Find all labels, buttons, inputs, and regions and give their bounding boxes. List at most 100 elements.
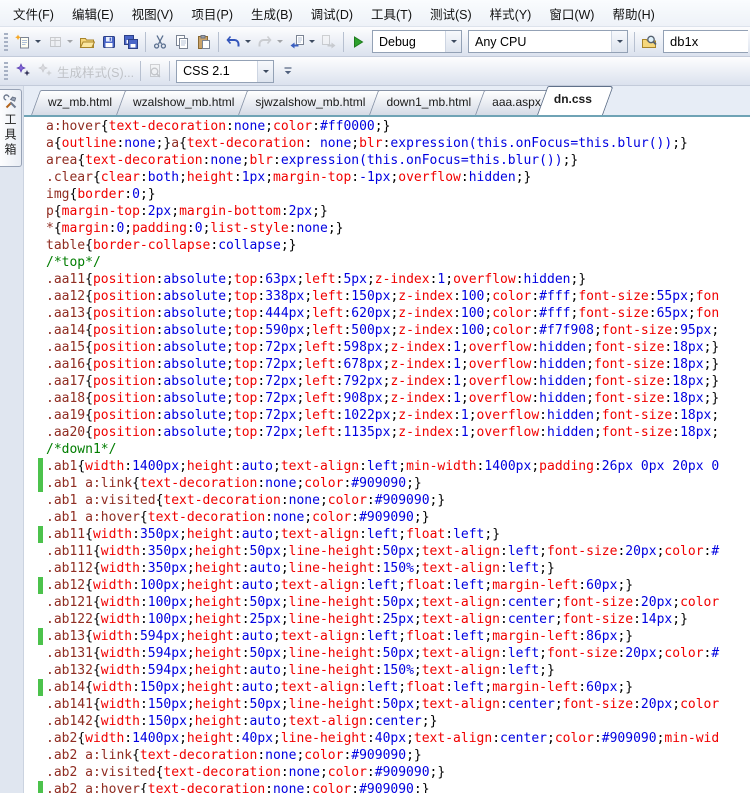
code-line[interactable]: .aa14{position:absolute;top:590px;left:5… (24, 322, 750, 339)
apply-style-button[interactable] (12, 60, 34, 82)
find-in-files-button[interactable] (638, 31, 660, 53)
selection-margin[interactable] (24, 679, 46, 696)
tab-sjwzalshow-mb-html[interactable]: sjwzalshow_mb.html (238, 90, 376, 115)
selection-margin[interactable] (24, 254, 46, 271)
tab-wz-mb-html[interactable]: wz_mb.html (31, 90, 123, 115)
code-line[interactable]: .aa15{position:absolute;top:72px;left:59… (24, 339, 750, 356)
menu-debug[interactable]: 调试(D) (302, 0, 362, 27)
selection-margin[interactable] (24, 611, 46, 628)
platform-combo[interactable]: Any CPU (468, 30, 628, 53)
menu-style[interactable]: 样式(Y) (481, 0, 541, 27)
menu-help[interactable]: 帮助(H) (603, 0, 663, 27)
chevron-down-icon[interactable] (257, 61, 273, 82)
css-version-combo[interactable]: CSS 2.1 (176, 60, 274, 83)
selection-margin[interactable] (24, 305, 46, 322)
save-all-button[interactable] (120, 31, 142, 53)
code-line[interactable]: area{text-decoration:none;blr:expression… (24, 152, 750, 169)
code-line[interactable]: /*down1*/ (24, 441, 750, 458)
code-line[interactable]: .ab13{width:594px;height:auto;text-align… (24, 628, 750, 645)
debug-config-combo[interactable]: Debug (372, 30, 462, 53)
selection-margin[interactable] (24, 288, 46, 305)
code-line[interactable]: .ab1 a:visited{text-decoration:none;colo… (24, 492, 750, 509)
toolbar-grip[interactable] (4, 62, 8, 80)
selection-margin[interactable] (24, 526, 46, 543)
save-button[interactable] (98, 31, 120, 53)
code-line[interactable]: .aa13{position:absolute;top:444px;left:6… (24, 305, 750, 322)
tab-down1-mb-html[interactable]: down1_mb.html (369, 90, 482, 115)
chevron-down-icon[interactable] (611, 31, 627, 52)
selection-margin[interactable] (24, 373, 46, 390)
code-line[interactable]: .ab111{width:350px;height:50px;line-heig… (24, 543, 750, 560)
new-item-button[interactable] (12, 31, 44, 53)
code-line[interactable]: .ab12{width:100px;height:auto;text-align… (24, 577, 750, 594)
selection-margin[interactable] (24, 237, 46, 254)
code-line[interactable]: .aa12{position:absolute;top:338px;left:1… (24, 288, 750, 305)
code-line[interactable]: .ab1{width:1400px;height:auto;text-align… (24, 458, 750, 475)
code-line[interactable]: .ab121{width:100px;height:50px;line-heig… (24, 594, 750, 611)
code-line[interactable]: .clear{clear:both;height:1px;margin-top:… (24, 169, 750, 186)
menu-project[interactable]: 项目(P) (182, 0, 242, 27)
code-line[interactable]: .ab2{width:1400px;height:40px;line-heigh… (24, 730, 750, 747)
chevron-down-icon[interactable] (445, 31, 461, 52)
toolbar-overflow-button[interactable] (279, 60, 290, 82)
selection-margin[interactable] (24, 186, 46, 203)
selection-margin[interactable] (24, 747, 46, 764)
menu-build[interactable]: 生成(B) (242, 0, 302, 27)
navigate-backward-button[interactable] (286, 31, 318, 53)
code-line[interactable]: *{margin:0;padding:0;list-style:none;} (24, 220, 750, 237)
selection-margin[interactable] (24, 509, 46, 526)
selection-margin[interactable] (24, 696, 46, 713)
code-line[interactable]: .ab131{width:594px;height:50px;line-heig… (24, 645, 750, 662)
toolbar-grip[interactable] (4, 33, 8, 51)
selection-margin[interactable] (24, 628, 46, 645)
paste-button[interactable] (193, 31, 215, 53)
code-editor[interactable]: a:hover{text-decoration:none;color:#ff00… (24, 117, 750, 793)
code-line[interactable]: .ab14{width:150px;height:auto;text-align… (24, 679, 750, 696)
selection-margin[interactable] (24, 645, 46, 662)
code-line[interactable]: .ab142{width:150px;height:auto;text-alig… (24, 713, 750, 730)
code-line[interactable]: .ab1 a:hover{text-decoration:none;color:… (24, 509, 750, 526)
selection-margin[interactable] (24, 713, 46, 730)
cut-button[interactable] (149, 31, 171, 53)
code-line[interactable]: .ab1 a:link{text-decoration:none;color:#… (24, 475, 750, 492)
selection-margin[interactable] (24, 781, 46, 793)
code-line[interactable]: .aa19{position:absolute;top:72px;left:10… (24, 407, 750, 424)
code-line[interactable]: .aa11{position:absolute;top:63px;left:5p… (24, 271, 750, 288)
code-line[interactable]: .aa17{position:absolute;top:72px;left:79… (24, 373, 750, 390)
code-line[interactable]: .ab132{width:594px;height:auto;line-heig… (24, 662, 750, 679)
code-line[interactable]: .ab2 a:link{text-decoration:none;color:#… (24, 747, 750, 764)
selection-margin[interactable] (24, 492, 46, 509)
selection-margin[interactable] (24, 594, 46, 611)
selection-margin[interactable] (24, 152, 46, 169)
code-line[interactable]: .aa16{position:absolute;top:72px;left:67… (24, 356, 750, 373)
selection-margin[interactable] (24, 135, 46, 152)
selection-margin[interactable] (24, 424, 46, 441)
code-line[interactable]: .ab122{width:100px;height:25px;line-heig… (24, 611, 750, 628)
find-input[interactable] (663, 30, 748, 53)
selection-margin[interactable] (24, 730, 46, 747)
start-debug-button[interactable] (347, 31, 369, 53)
selection-margin[interactable] (24, 356, 46, 373)
code-line[interactable]: /*top*/ (24, 254, 750, 271)
selection-margin[interactable] (24, 458, 46, 475)
toolbox-tab[interactable]: 工具箱 (0, 89, 22, 167)
menu-test[interactable]: 测试(S) (421, 0, 481, 27)
code-line[interactable]: .ab2 a:visited{text-decoration:none;colo… (24, 764, 750, 781)
selection-margin[interactable] (24, 407, 46, 424)
code-line[interactable]: .ab11{width:350px;height:auto;text-align… (24, 526, 750, 543)
menu-tools[interactable]: 工具(T) (362, 0, 421, 27)
selection-margin[interactable] (24, 271, 46, 288)
selection-margin[interactable] (24, 339, 46, 356)
selection-margin[interactable] (24, 220, 46, 237)
code-line[interactable]: .ab141{width:150px;height:50px;line-heig… (24, 696, 750, 713)
code-line[interactable]: a:hover{text-decoration:none;color:#ff00… (24, 118, 750, 135)
selection-margin[interactable] (24, 441, 46, 458)
selection-margin[interactable] (24, 662, 46, 679)
copy-button[interactable] (171, 31, 193, 53)
selection-margin[interactable] (24, 390, 46, 407)
selection-margin[interactable] (24, 322, 46, 339)
code-line[interactable]: .aa20{position:absolute;top:72px;left:11… (24, 424, 750, 441)
code-line[interactable]: a{outline:none;}a{text-decoration: none;… (24, 135, 750, 152)
menu-window[interactable]: 窗口(W) (540, 0, 603, 27)
code-line[interactable]: table{border-collapse:collapse;} (24, 237, 750, 254)
